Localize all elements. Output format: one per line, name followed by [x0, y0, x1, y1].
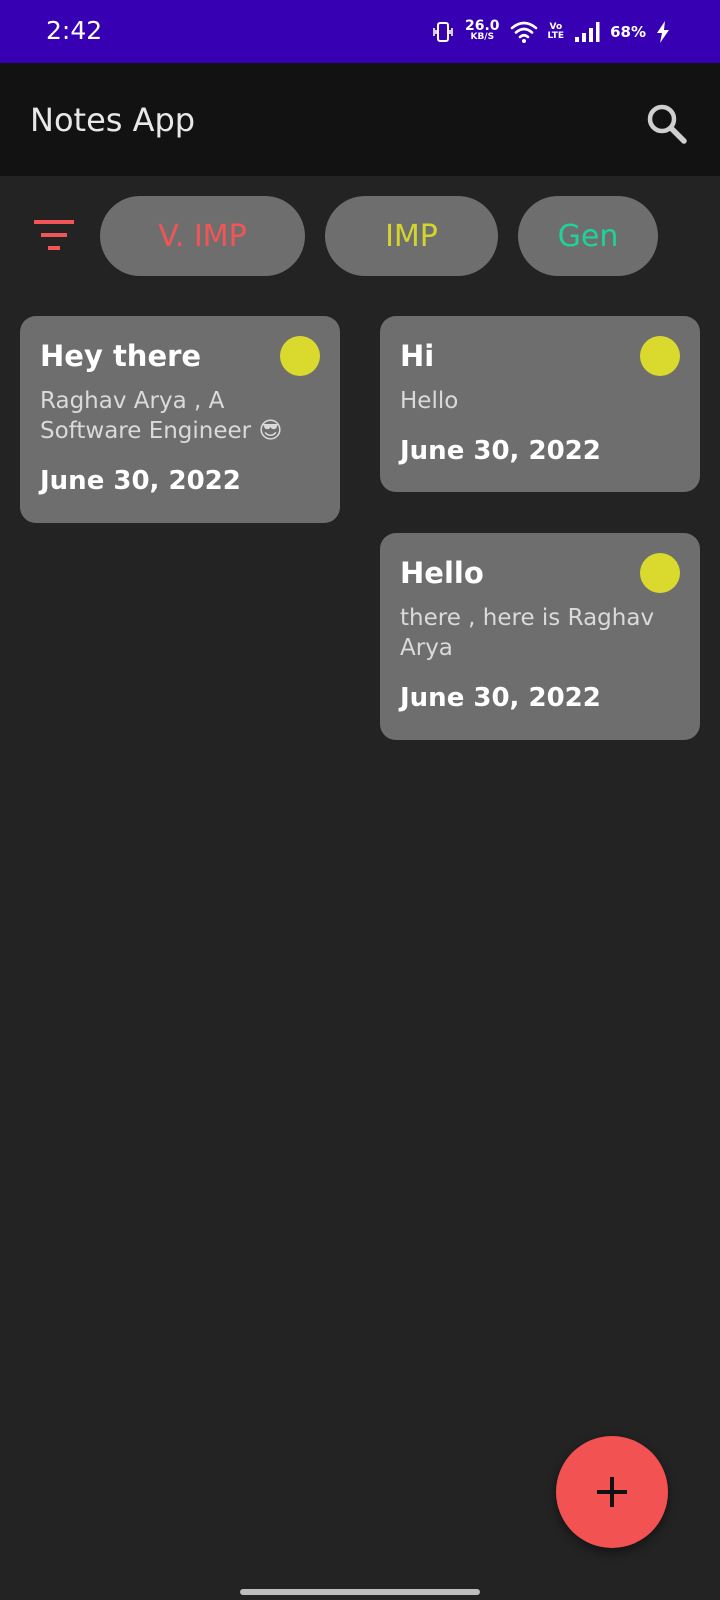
- note-date: June 30, 2022: [40, 466, 241, 496]
- add-note-button[interactable]: [556, 1436, 668, 1548]
- chip-very-important-label: V. IMP: [158, 218, 247, 254]
- note-card[interactable]: Hello there , here is Raghav Arya June 3…: [380, 533, 700, 740]
- note-body: there , here is Raghav Arya: [400, 605, 655, 661]
- vibrate-icon: [433, 22, 453, 42]
- status-icons: 26.0 KB/S Vo LTE 68%: [431, 18, 670, 46]
- priority-dot: [280, 336, 320, 376]
- filter-icon[interactable]: [32, 218, 78, 252]
- charging-icon: [657, 21, 669, 43]
- notes-screen: 2:42 26.0 KB/S Vo LTE 68% Notes App V. I…: [0, 0, 720, 1600]
- plus-icon: [597, 1477, 627, 1507]
- note-card[interactable]: Hey there Raghav Arya , A Software Engin…: [20, 316, 340, 523]
- gesture-navigation-bar[interactable]: [240, 1589, 480, 1595]
- status-bar: 2:42 26.0 KB/S Vo LTE 68%: [0, 0, 720, 63]
- note-title: Hello: [400, 556, 484, 590]
- chip-important-label: IMP: [385, 218, 438, 254]
- wifi-icon: [510, 21, 537, 43]
- note-title: Hi: [400, 339, 435, 373]
- priority-dot: [640, 336, 680, 376]
- priority-dot: [640, 553, 680, 593]
- net-speed-value: 26.0: [465, 18, 500, 34]
- app-title: Notes App: [30, 101, 196, 139]
- net-speed-unit: KB/S: [470, 32, 495, 42]
- chip-general[interactable]: Gen: [518, 196, 658, 276]
- volte-bottom: LTE: [547, 31, 565, 41]
- chip-important[interactable]: IMP: [325, 196, 498, 276]
- signal-icon: [575, 22, 600, 42]
- chip-very-important[interactable]: V. IMP: [100, 196, 305, 276]
- search-icon[interactable]: [644, 101, 690, 147]
- note-body: Hello: [400, 388, 459, 414]
- volte-indicator: Vo LTE: [548, 23, 565, 41]
- note-body: Raghav Arya , A Software Engineer 😎: [40, 388, 283, 444]
- battery-percent: 68%: [610, 23, 646, 41]
- note-title: Hey there: [40, 339, 202, 373]
- app-bar: Notes App: [0, 63, 720, 176]
- status-time: 2:42: [46, 16, 103, 45]
- note-date: June 30, 2022: [400, 683, 601, 713]
- note-date: June 30, 2022: [400, 436, 601, 466]
- net-speed: 26.0 KB/S: [465, 18, 500, 43]
- note-card[interactable]: Hi Hello June 30, 2022: [380, 316, 700, 492]
- chip-general-label: Gen: [557, 218, 619, 254]
